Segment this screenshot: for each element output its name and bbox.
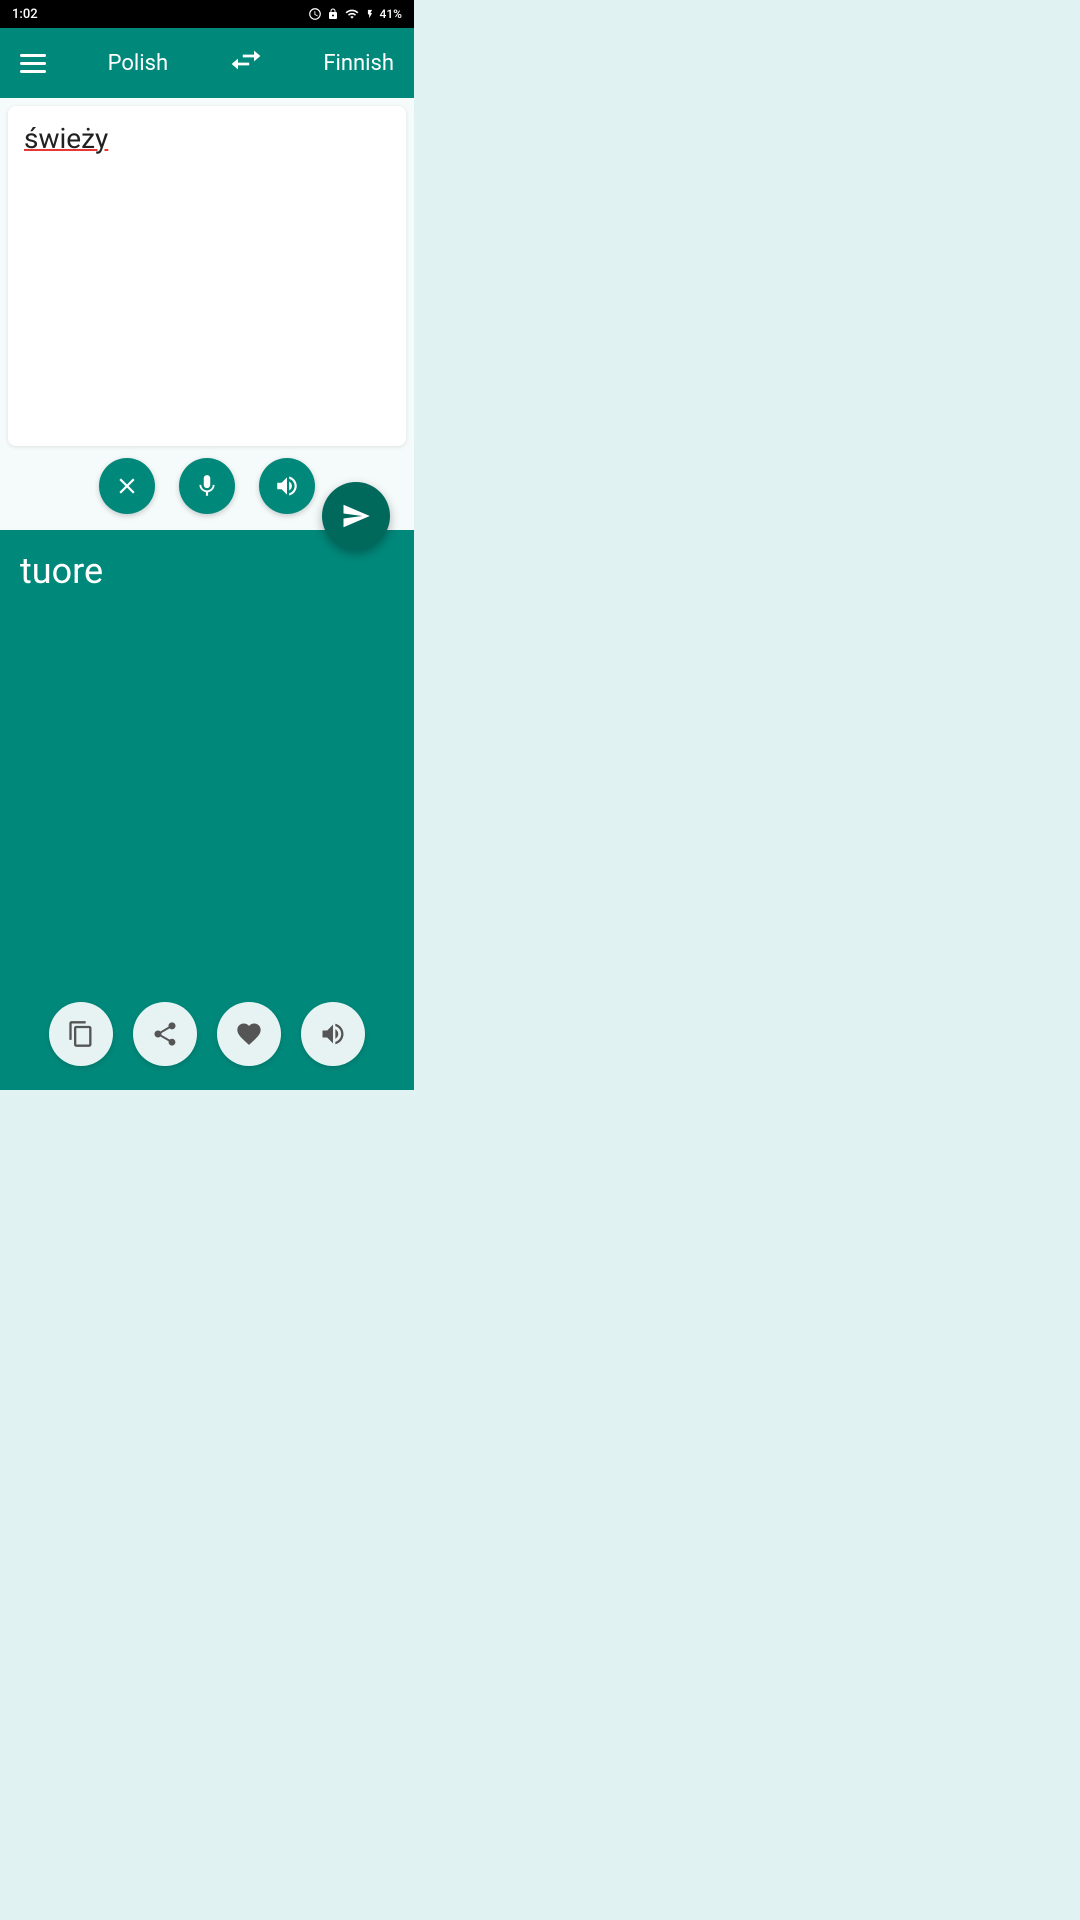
lock-icon (327, 7, 339, 21)
output-section: tuore (0, 530, 414, 1090)
clear-icon (114, 473, 140, 499)
status-bar: 1:02 41% (0, 0, 414, 28)
battery-text: 41% (380, 7, 402, 21)
volume-icon (274, 473, 300, 499)
status-right-icons: 41% (308, 7, 402, 21)
charging-icon (365, 7, 375, 21)
mic-button[interactable] (179, 458, 235, 514)
input-controls-wrapper (8, 446, 406, 522)
status-time: 1:02 (12, 7, 38, 22)
volume-output-icon (319, 1020, 347, 1048)
target-language-label[interactable]: Finnish (323, 51, 394, 76)
speak-input-button[interactable] (259, 458, 315, 514)
app-header: Polish Finnish (0, 28, 414, 98)
copy-button[interactable] (49, 1002, 113, 1066)
share-icon (151, 1020, 179, 1048)
favorite-button[interactable] (217, 1002, 281, 1066)
menu-button[interactable] (20, 54, 46, 73)
heart-icon (235, 1020, 263, 1048)
share-button[interactable] (133, 1002, 197, 1066)
translate-button[interactable] (322, 482, 390, 550)
source-text[interactable]: świeży (24, 122, 390, 155)
output-controls (0, 978, 414, 1090)
source-language-label[interactable]: Polish (108, 51, 168, 76)
clear-button[interactable] (99, 458, 155, 514)
alarm-icon (308, 7, 322, 21)
input-card[interactable]: świeży (8, 106, 406, 446)
signal-icon (344, 7, 360, 21)
translated-text: tuore (20, 550, 394, 592)
speak-output-button[interactable] (301, 1002, 365, 1066)
copy-icon (67, 1020, 95, 1048)
swap-languages-button[interactable] (227, 44, 265, 83)
input-section: świeży (0, 98, 414, 530)
send-icon (341, 501, 371, 531)
mic-icon (194, 473, 220, 499)
